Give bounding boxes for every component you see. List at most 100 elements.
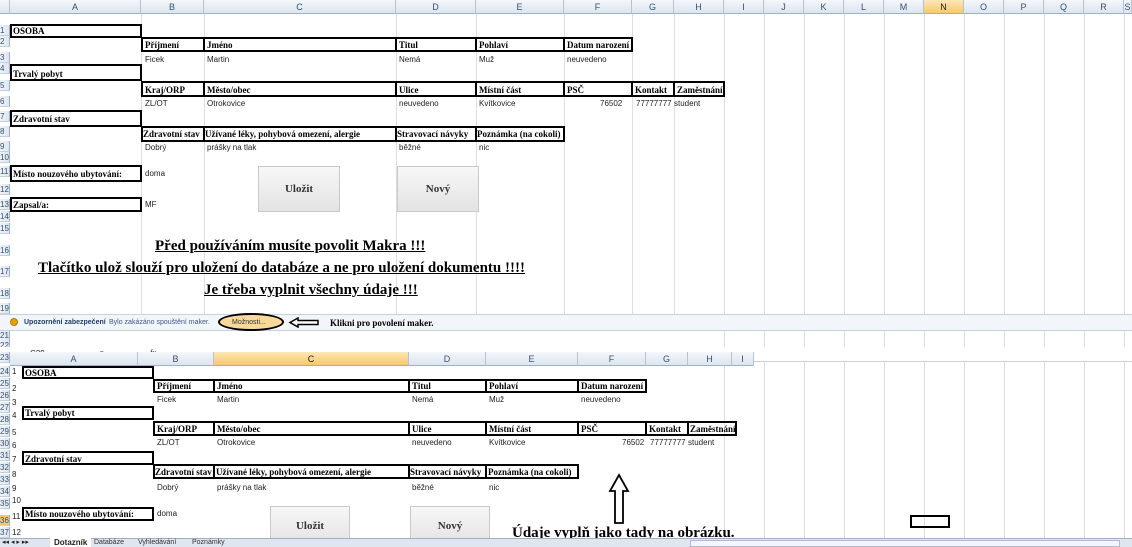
ex-value: 76502 xyxy=(622,438,645,447)
row-header[interactable]: 19 xyxy=(0,303,10,314)
value-mistni-cast[interactable]: Kvítkovice xyxy=(479,99,515,109)
col-header[interactable]: F xyxy=(564,0,632,14)
spreadsheet[interactable]: A B C D E F G H I J K L M N O P Q R S 1 … xyxy=(0,0,1132,547)
col-header[interactable]: I xyxy=(724,0,764,14)
col-header[interactable]: G xyxy=(646,352,688,366)
col-header[interactable]: E xyxy=(476,0,564,14)
col-header[interactable]: P xyxy=(1004,0,1044,14)
inner-row: 11 xyxy=(12,512,21,521)
selected-cell[interactable] xyxy=(910,515,950,528)
col-header[interactable]: H xyxy=(688,352,732,366)
row-header-selected[interactable]: 36 xyxy=(0,515,10,526)
row-header[interactable]: 29 xyxy=(0,426,10,437)
col-header[interactable]: D xyxy=(409,352,486,366)
row-header[interactable]: 30 xyxy=(0,438,10,449)
row-header[interactable]: 24 xyxy=(0,366,10,377)
row-header[interactable]: 1 xyxy=(0,25,10,36)
col-header[interactable]: B xyxy=(138,352,214,366)
row-header[interactable]: 12 xyxy=(0,184,10,195)
value-kraj[interactable]: ZL/OT xyxy=(145,99,168,109)
row-header[interactable]: 2 xyxy=(0,36,10,47)
value-psc[interactable]: 76502 xyxy=(600,99,622,109)
col-header-selected[interactable]: C xyxy=(214,352,409,366)
row-header[interactable]: 6 xyxy=(0,96,10,107)
row-header[interactable]: 8 xyxy=(0,126,10,137)
col-header[interactable]: L xyxy=(844,0,884,14)
row-header[interactable]: 9 xyxy=(0,141,10,152)
save-button[interactable]: Uložit xyxy=(258,166,340,212)
col-header[interactable]: Q xyxy=(1044,0,1084,14)
tab-nav-icon[interactable]: ◂◂ ◂ ▸ ▸▸ xyxy=(2,538,29,547)
value-jmeno[interactable]: Martin xyxy=(207,55,229,65)
row-header[interactable]: 26 xyxy=(0,390,10,401)
col-header[interactable]: A xyxy=(10,0,141,14)
row-header[interactable]: 18 xyxy=(0,288,10,299)
select-all-corner[interactable] xyxy=(0,0,10,14)
inner-row: 1 xyxy=(12,367,17,376)
tab-dotaznik[interactable]: Dotazník xyxy=(50,538,92,547)
ex-value: Muž xyxy=(489,395,505,404)
inner-row: 7 xyxy=(12,455,17,464)
value-mesto[interactable]: Otrokovice xyxy=(207,99,245,109)
row-header[interactable]: 3 xyxy=(0,52,10,63)
value-misto-ubytovani[interactable]: doma xyxy=(145,169,165,179)
row-header[interactable]: 25 xyxy=(0,378,10,389)
row-header[interactable]: 23 xyxy=(0,352,10,363)
row-header[interactable]: 31 xyxy=(0,450,10,461)
row-header[interactable]: 27 xyxy=(0,402,10,413)
inner-row: 9 xyxy=(12,484,17,493)
row-header[interactable]: 5 xyxy=(0,80,10,91)
row-header[interactable]: 35 xyxy=(0,498,10,509)
value-prijmeni[interactable]: Ficek xyxy=(145,55,164,65)
options-button[interactable]: Možnosti... xyxy=(232,318,266,328)
row-header[interactable]: 28 xyxy=(0,414,10,425)
col-header[interactable]: S xyxy=(1124,0,1132,14)
horizontal-scrollbar[interactable] xyxy=(690,540,1120,547)
col-header[interactable]: J xyxy=(764,0,804,14)
row-header[interactable]: 15 xyxy=(0,223,10,234)
row-header[interactable]: 37 xyxy=(0,527,10,538)
col-header[interactable]: R xyxy=(1084,0,1124,14)
col-header[interactable]: K xyxy=(804,0,844,14)
row-header[interactable]: 16 xyxy=(0,245,10,256)
col-header[interactable]: B xyxy=(141,0,204,14)
row-header[interactable]: 7 xyxy=(0,111,10,122)
col-header[interactable]: H xyxy=(674,0,724,14)
value-zamestnani[interactable]: student xyxy=(674,99,700,109)
ex-value: ZL/OT xyxy=(157,438,180,447)
col-header[interactable]: F xyxy=(578,352,646,366)
col-header[interactable]: C xyxy=(204,0,396,14)
col-header[interactable]: I xyxy=(732,352,754,366)
row-header[interactable]: 34 xyxy=(0,486,10,497)
row-header[interactable]: 10 xyxy=(0,152,10,163)
col-header[interactable]: O xyxy=(964,0,1004,14)
value-stravovaci[interactable]: běžné xyxy=(399,143,421,153)
col-header[interactable]: E xyxy=(486,352,578,366)
value-pohlavi[interactable]: Muž xyxy=(479,55,494,65)
col-header[interactable]: G xyxy=(632,0,674,14)
col-header[interactable]: M xyxy=(884,0,924,14)
row-header[interactable]: 11 xyxy=(0,166,10,177)
col-header[interactable]: D xyxy=(396,0,476,14)
col-header-selected[interactable]: N xyxy=(924,0,964,14)
value-datum[interactable]: neuvedeno xyxy=(567,55,607,65)
row-header[interactable]: 13 xyxy=(0,199,10,210)
row-header[interactable]: 32 xyxy=(0,462,10,473)
row-header[interactable]: 17 xyxy=(0,266,10,277)
row-header[interactable]: 14 xyxy=(0,211,10,222)
new-button[interactable]: Nový xyxy=(397,166,479,212)
value-ulice[interactable]: neuvedeno xyxy=(399,99,439,109)
value-poznamka[interactable]: nic xyxy=(479,143,489,153)
value-zapsal[interactable]: MF xyxy=(145,200,157,210)
tab-poznamky[interactable]: Poznámky xyxy=(192,538,225,547)
row-header[interactable]: 4 xyxy=(0,63,10,74)
col-header[interactable]: A xyxy=(10,352,138,366)
row-header[interactable]: 33 xyxy=(0,474,10,485)
label-misto-ubytovani: Místo nouzového ubytování: xyxy=(13,169,123,179)
value-leky[interactable]: prášky na tlak xyxy=(207,143,256,153)
tab-vyhledavani[interactable]: Vyhledávání xyxy=(138,538,176,547)
tab-databaze[interactable]: Databáze xyxy=(94,538,124,547)
value-zdravotni-stav[interactable]: Dobrý xyxy=(145,143,166,153)
value-kontakt[interactable]: 77777777 xyxy=(636,99,672,109)
value-titul[interactable]: Nemá xyxy=(399,55,420,65)
